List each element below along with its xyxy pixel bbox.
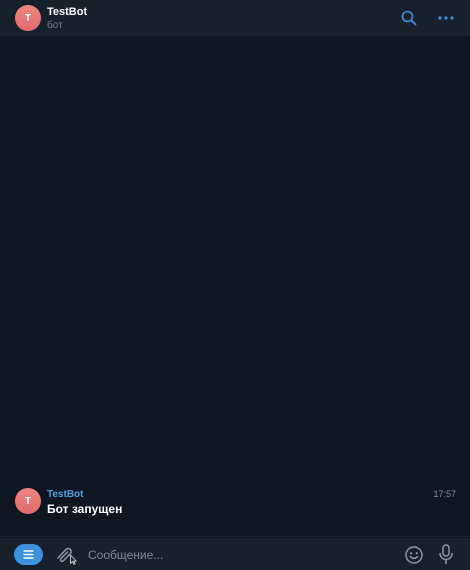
message-avatar[interactable]: T [15, 488, 41, 514]
search-icon[interactable] [400, 9, 418, 27]
message-input[interactable] [88, 546, 378, 564]
chat-title-block[interactable]: TestBot бот [47, 6, 87, 32]
more-horizontal-icon[interactable] [437, 9, 455, 27]
paperclip-icon [57, 547, 77, 565]
microphone-icon [439, 544, 453, 565]
emoji-icon [405, 546, 423, 564]
message-time: 17:57 [433, 489, 456, 499]
message-text: Бот запущен [47, 502, 123, 516]
message-item[interactable]: T TestBot Бот запущен 17:57 [0, 486, 470, 526]
message-composer [0, 537, 470, 570]
bot-menu-icon [23, 550, 34, 559]
bot-avatar[interactable]: T [15, 5, 41, 31]
chat-area[interactable] [0, 37, 470, 536]
emoji-button[interactable] [404, 545, 424, 565]
chat-title: TestBot [47, 6, 88, 18]
bot-menu-button[interactable] [14, 544, 43, 565]
attach-button[interactable] [55, 545, 77, 565]
chat-header: T TestBot бот [0, 0, 470, 37]
chat-subtitle: бот [47, 20, 63, 31]
message-author[interactable]: TestBot [47, 489, 83, 500]
microphone-button[interactable] [438, 544, 454, 565]
